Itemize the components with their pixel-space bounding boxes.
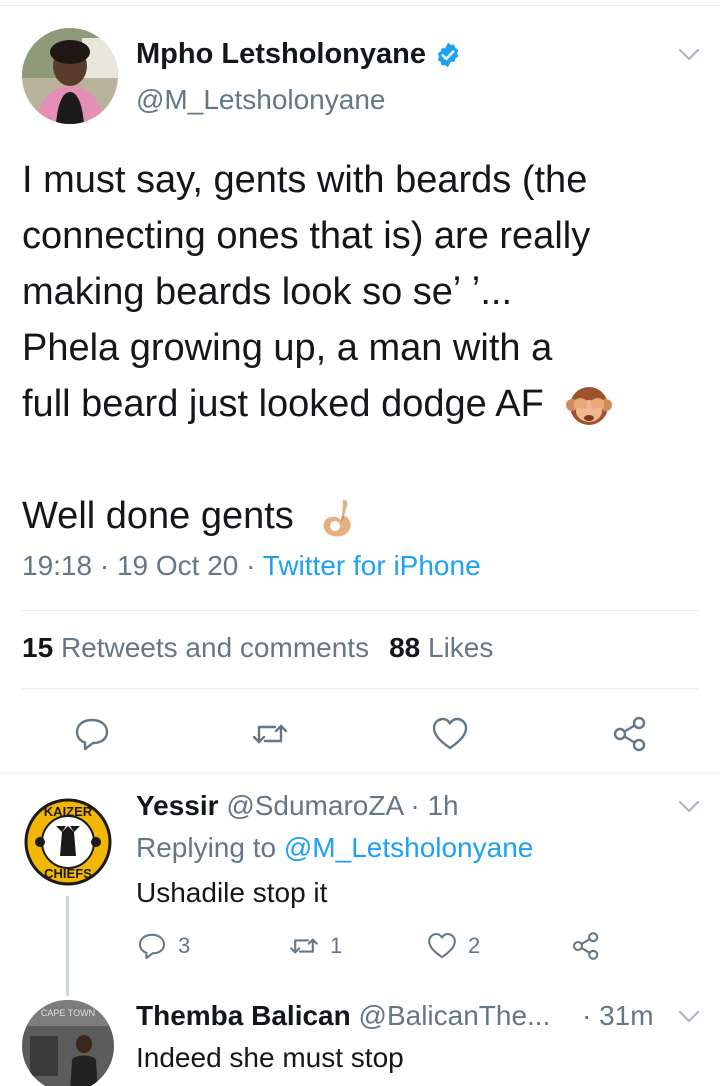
reply-display-name[interactable]: Yessir xyxy=(136,790,219,821)
reply-count: 3 xyxy=(178,933,191,958)
retweet-icon xyxy=(290,938,318,954)
tweet-line: connecting ones that is) are really xyxy=(22,215,591,257)
replying-to: Replying to @M_Letsholonyane xyxy=(136,832,533,864)
likes-count: 88 xyxy=(389,632,421,663)
reply-action-bar: 3 1 2 xyxy=(136,930,616,966)
reply-display-name[interactable]: Themba Balican xyxy=(136,1000,351,1031)
avatar-text: CHIEFS xyxy=(44,866,92,881)
engagement-stats: 15 Retweets and comments 88 Likes xyxy=(22,632,493,664)
display-name[interactable]: Mpho Letsholonyane xyxy=(136,38,426,71)
divider xyxy=(0,772,720,773)
avatar[interactable] xyxy=(22,28,118,124)
tweet-source-link[interactable]: Twitter for iPhone xyxy=(263,550,481,581)
tweet-line: Phela growing up, a man with a xyxy=(22,327,553,369)
thread-connector xyxy=(66,896,69,996)
reply-text: Ushadile stop it xyxy=(136,877,328,908)
tweet-line: I must say, gents with beards (the xyxy=(22,159,588,201)
reply-like-action[interactable]: 2 xyxy=(426,930,480,962)
share-icon[interactable] xyxy=(610,714,650,754)
chevron-down-icon[interactable] xyxy=(678,800,700,814)
tweet-line-text: Well done gents xyxy=(22,495,294,537)
retweet-icon[interactable] xyxy=(250,714,290,754)
reply-share-action[interactable] xyxy=(570,930,612,962)
meta-separator: · xyxy=(99,550,110,581)
top-divider xyxy=(0,0,720,6)
retweet-count: 1 xyxy=(330,933,343,958)
retweets-label: Retweets and comments xyxy=(60,632,370,663)
retweets-stat[interactable]: 15 Retweets and comments xyxy=(22,632,369,663)
tweet-line-with-emoji: full beard just looked dodge AF xyxy=(22,376,712,432)
tweet-body: I must say, gents with beards (the conne… xyxy=(22,152,712,544)
reply-retweet-action[interactable]: 1 xyxy=(288,930,342,962)
avatar-text: CAPE TOWN xyxy=(41,1008,95,1018)
like-count: 2 xyxy=(468,933,481,958)
chevron-down-icon[interactable] xyxy=(678,48,700,62)
reply-header: Yessir @SdumaroZA · 1h xyxy=(136,790,459,822)
replying-to-mention[interactable]: @M_Letsholonyane xyxy=(284,832,533,863)
share-icon xyxy=(572,932,599,960)
reply-text: Indeed she must stop xyxy=(136,1042,404,1073)
reply-icon[interactable] xyxy=(72,714,112,754)
meta-separator: · xyxy=(246,550,256,581)
author-row: Mpho Letsholonyane xyxy=(136,38,462,71)
reply-avatar[interactable]: KAIZER CHIEFS xyxy=(22,796,114,888)
reply-time: · 31m xyxy=(582,1000,654,1031)
tweet-time: 19:18 xyxy=(22,550,93,581)
reply-reply-action[interactable]: 3 xyxy=(136,930,190,962)
reply-handle[interactable]: @BalicanThe... xyxy=(359,1000,551,1031)
retweets-count: 15 xyxy=(22,632,54,663)
tweet-date: 19 Oct 20 xyxy=(116,550,239,581)
chevron-down-icon[interactable] xyxy=(678,1010,700,1024)
likes-label: Likes xyxy=(428,632,494,663)
verified-badge-icon xyxy=(437,42,459,67)
reply-icon xyxy=(138,933,166,960)
heart-icon xyxy=(428,932,456,959)
tweet-meta: 19:18 · 19 Oct 20 · Twitter for iPhone xyxy=(22,550,481,582)
handle[interactable]: @M_Letsholonyane xyxy=(136,84,385,116)
reply-time: · 1h xyxy=(410,790,459,821)
divider xyxy=(22,688,698,689)
likes-stat[interactable]: 88 Likes xyxy=(389,632,493,663)
reply-avatar[interactable]: CAPE TOWN xyxy=(22,1000,114,1086)
replying-to-prefix: Replying to xyxy=(136,832,277,863)
reply-handle[interactable]: @SdumaroZA xyxy=(226,790,402,821)
avatar-text: KAIZER xyxy=(44,804,93,819)
divider xyxy=(22,610,698,611)
tweet-line-text: full beard just looked dodge AF xyxy=(22,383,544,425)
tweet-line: making beards look so seʼ ʼ... xyxy=(22,271,513,313)
tweet-line-with-emoji: Well done gents xyxy=(22,488,712,544)
see-no-evil-monkey-icon xyxy=(566,386,613,425)
ok-hand-icon xyxy=(323,499,352,537)
heart-icon[interactable] xyxy=(430,714,470,754)
